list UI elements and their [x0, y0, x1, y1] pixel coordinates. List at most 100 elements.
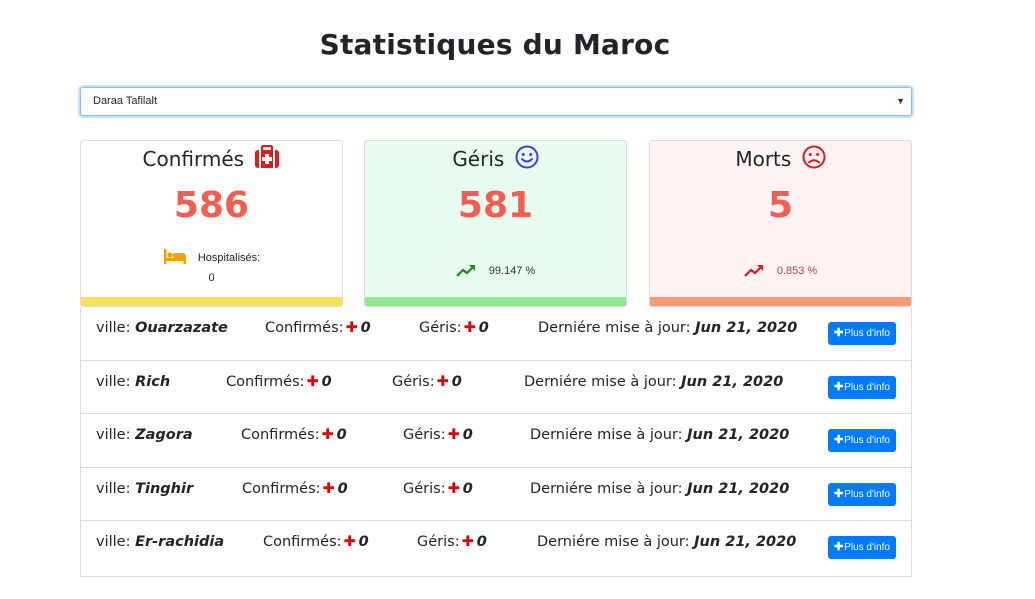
hospitalized-row: Hospitalisés:: [81, 247, 342, 268]
plus-icon: ✚: [833, 380, 844, 393]
plus-icon: ✚: [306, 373, 319, 390]
confirmed-label: Confirmés:: [265, 320, 344, 336]
deaths-value: 5: [767, 185, 794, 226]
city-cell: ville: Zagora: [96, 427, 193, 443]
smile-icon: [515, 145, 539, 174]
recovered-cell: Géris: ✚ 0: [419, 320, 489, 336]
confirmed-cell: Confirmés: ✚ 0: [226, 374, 332, 390]
recovered-cell: Géris: ✚ 0: [417, 534, 487, 550]
page-title: Statistiques du Maroc: [319, 28, 671, 61]
recovered-label: Géris:: [403, 427, 446, 444]
plus-icon: ✚: [833, 327, 844, 339]
update-cell: Derniére mise à jour: Jun 21, 2020: [537, 534, 796, 550]
list-item: ville: Er-rachidia Confirmés: ✚ 0 Géris: ✚ 0…: [81, 521, 911, 575]
plus-icon: ✚: [833, 541, 844, 554]
city-update-date: Jun 21, 2020: [695, 320, 798, 336]
city-recovered-value: 0: [462, 480, 473, 497]
recovered-cell: Géris: ✚ 0: [403, 427, 473, 443]
deaths-label: Morts: [735, 147, 792, 171]
confirmed-label: Confirmés:: [226, 373, 305, 390]
more-info-button[interactable]: ✚Plus d'info: [827, 322, 896, 345]
confirmed-cell: Confirmés: ✚ 0: [263, 534, 369, 550]
city-update-date: Jun 21, 2020: [681, 373, 784, 390]
city-cell: ville: Er-rachidia: [96, 534, 224, 550]
ville-label: ville:: [96, 320, 131, 336]
recovered-label: Géris:: [417, 534, 460, 551]
city-name: Tinghir: [135, 480, 194, 497]
plus-icon: ✚: [461, 534, 474, 551]
ville-label: ville:: [96, 427, 131, 444]
recovered-percentage-row: 99.147 %: [365, 264, 626, 280]
confirmed-cell: Confirmés: ✚ 0: [241, 427, 347, 443]
deaths-color-bar: [650, 297, 911, 306]
hospitalized-value: 0: [208, 272, 215, 284]
recovered-color-bar: [365, 297, 626, 306]
recovered-card: Géris 581 99.147 %: [364, 140, 627, 307]
recovered-cell: Géris: ✚ 0: [392, 374, 462, 390]
confirmed-cell: Confirmés: ✚ 0: [242, 481, 348, 497]
frown-icon: [802, 145, 826, 174]
recovered-label: Géris:: [419, 320, 462, 336]
city-update-date: Jun 21, 2020: [694, 534, 797, 551]
plus-icon: ✚: [345, 320, 358, 336]
deaths-card-header: Morts: [650, 145, 911, 174]
city-cell: ville: Tinghir: [96, 481, 193, 497]
deaths-percentage-row: 0.853 %: [650, 264, 911, 280]
update-cell: Derniére mise à jour: Jun 21, 2020: [530, 481, 789, 497]
recovered-value: 581: [457, 185, 534, 226]
city-confirmed-value: 0: [358, 534, 369, 551]
update-cell: Derniére mise à jour: Jun 21, 2020: [530, 427, 789, 443]
update-cell: Derniére mise à jour: Jun 21, 2020: [538, 320, 797, 336]
trending-up-icon: [744, 264, 764, 280]
city-name: Ouarzazate: [135, 320, 228, 336]
update-label: Derniére mise à jour:: [538, 320, 691, 336]
update-label: Derniére mise à jour:: [530, 480, 683, 497]
region-select[interactable]: Daraa Tafilalt ▼: [80, 87, 912, 116]
confirmed-label: Confirmés:: [241, 427, 320, 444]
list-item: ville: Rich Confirmés: ✚ 0 Géris: ✚ 0 Dernié…: [81, 361, 911, 415]
more-info-button[interactable]: ✚Plus d'info: [827, 375, 896, 399]
confirmed-label: Confirmés:: [242, 480, 321, 497]
list-item: ville: Zagora Confirmés: ✚ 0 Géris: ✚ 0 Dern…: [81, 414, 911, 468]
more-info-button[interactable]: ✚Plus d'info: [827, 482, 896, 506]
confirmed-label: Confirmés:: [263, 534, 342, 551]
plus-icon: ✚: [447, 480, 460, 497]
city-confirmed-value: 0: [336, 427, 347, 444]
ville-label: ville:: [96, 480, 131, 497]
city-confirmed-value: 0: [337, 480, 348, 497]
update-label: Derniére mise à jour:: [530, 427, 683, 444]
city-confirmed-value: 0: [321, 373, 332, 390]
bed-icon: [163, 247, 187, 268]
recovered-label: Géris:: [403, 480, 446, 497]
city-cell: ville: Ouarzazate: [96, 320, 228, 336]
plus-icon: ✚: [833, 434, 844, 447]
more-info-button[interactable]: ✚Plus d'info: [827, 536, 896, 560]
city-update-date: Jun 21, 2020: [687, 480, 790, 497]
plus-icon: ✚: [833, 487, 844, 500]
city-recovered-value: 0: [478, 320, 489, 336]
city-update-date: Jun 21, 2020: [687, 427, 790, 444]
confirmed-cell: Confirmés: ✚ 0: [265, 320, 371, 336]
ville-label: ville:: [96, 373, 131, 390]
recovered-cell: Géris: ✚ 0: [403, 481, 473, 497]
city-name: Er-rachidia: [135, 534, 225, 551]
city-recovered-value: 0: [451, 373, 462, 390]
city-recovered-value: 0: [462, 427, 473, 444]
plus-icon: ✚: [447, 427, 460, 444]
more-info-button[interactable]: ✚Plus d'info: [827, 429, 896, 453]
city-name: Rich: [135, 373, 171, 390]
list-item: ville: Ouarzazate Confirmés: ✚ 0 Géris: ✚ 0 …: [81, 307, 911, 361]
plus-icon: ✚: [463, 320, 476, 336]
city-cell: ville: Rich: [96, 374, 170, 390]
hospitalized-label: Hospitalisés:: [197, 252, 261, 264]
trending-up-icon: [455, 264, 476, 280]
chevron-down-icon: ▼: [896, 96, 905, 106]
plus-icon: ✚: [436, 373, 449, 390]
deaths-percentage: 0.853 %: [776, 265, 818, 277]
recovered-label: Géris:: [392, 373, 435, 390]
recovered-percentage: 99.147 %: [488, 265, 536, 277]
confirmed-color-bar: [81, 297, 342, 306]
plus-icon: ✚: [343, 534, 356, 551]
update-label: Derniére mise à jour:: [537, 534, 690, 551]
plus-icon: ✚: [321, 427, 334, 444]
